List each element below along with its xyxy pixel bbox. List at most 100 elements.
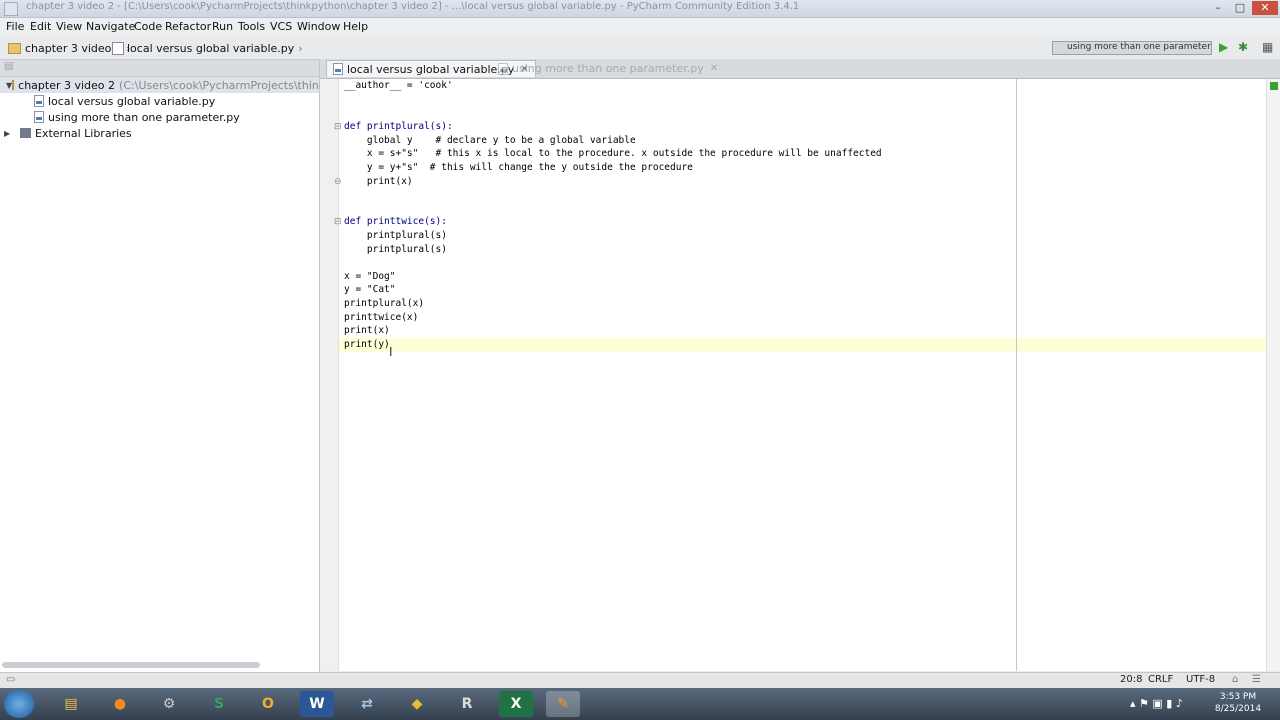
project-panel: ▤ ▼ chapter 3 video 2 (C:\Users\cook\Pyc… <box>0 60 373 672</box>
breadcrumb-project-label: chapter 3 video 2 <box>25 41 122 55</box>
fold-icon[interactable]: ⊟ <box>334 122 342 132</box>
tree-libraries-label: External Libraries <box>35 126 132 140</box>
code-line: x = "Dog" <box>344 271 396 282</box>
menu-code[interactable]: Code <box>134 20 162 33</box>
system-clock[interactable]: 3:53 PM 8/25/2014 <box>1208 691 1268 715</box>
clock-time: 3:53 PM <box>1219 692 1257 702</box>
fold-icon[interactable]: ⊟ <box>334 217 342 227</box>
code-line: printplural(s) <box>344 230 447 241</box>
menu-window[interactable]: Window <box>297 20 340 33</box>
code-line: printplural(s) <box>344 244 447 255</box>
python-file-icon <box>112 41 124 55</box>
expand-icon[interactable]: ▶ <box>4 129 14 138</box>
code-editor[interactable]: ⊟ ⊖ ⊟ __author__ = 'cook' def printplura… <box>320 79 1266 671</box>
text-cursor-icon: I <box>389 345 393 359</box>
inspection-ok-icon[interactable] <box>1270 82 1278 90</box>
line-separator[interactable]: CRLF <box>1148 674 1173 685</box>
lock-icon[interactable]: ⌂ <box>1232 674 1238 685</box>
status-bar: ▭ 20:8 CRLF UTF-8 ⌂ ☰ <box>0 672 1280 689</box>
tab-label: local versus global variable.py <box>347 62 515 76</box>
debug-icon[interactable]: ✱ <box>1238 40 1248 54</box>
python-file-icon <box>333 63 343 75</box>
app-icon <box>4 2 18 16</box>
caret-position[interactable]: 20:8 <box>1120 674 1142 685</box>
excel-icon[interactable]: X <box>499 691 533 717</box>
code-line: printplural(x) <box>344 298 425 309</box>
taskbar: ▤ ● ⚙ S O W ⇄ ◆ R X ✎ ▴ ⚑ ▣ ▮ ♪ 3:53 PM … <box>0 688 1280 720</box>
tree-file[interactable]: using more than one parameter.py <box>34 109 240 125</box>
tab-using-more-than-one-parameter[interactable]: using more than one parameter.py ✕ <box>492 60 724 77</box>
current-line-highlight <box>320 338 1266 352</box>
menu-file[interactable]: File <box>6 20 24 33</box>
close-tab-icon[interactable]: ✕ <box>710 63 718 74</box>
python-file-icon <box>34 111 44 123</box>
window-title: chapter 3 video 2 - [C:\Users\cook\Pycha… <box>26 1 800 12</box>
project-panel-title: ▤ <box>4 61 14 72</box>
python-file-icon <box>34 95 44 107</box>
code-line: x = s+"s" # this x is local to the proce… <box>344 148 882 159</box>
menu-bar: File Edit View Navigate Code Refactor Ru… <box>0 18 1280 36</box>
code-line: print(x) <box>344 176 413 187</box>
close-button[interactable]: ✕ <box>1252 1 1278 15</box>
menu-help[interactable]: Help <box>343 20 368 33</box>
code-line: print(y) <box>344 339 390 350</box>
title-bar: chapter 3 video 2 - [C:\Users\cook\Pycha… <box>0 0 1280 18</box>
code-line: def printplural(s): <box>344 121 453 132</box>
code-line: def printtwice(s): <box>344 216 447 227</box>
python-file-icon <box>498 62 508 75</box>
code-line: print(x) <box>344 325 390 336</box>
error-stripe[interactable] <box>1266 79 1280 671</box>
network-icon[interactable]: ⇄ <box>350 691 384 717</box>
menu-run[interactable]: Run <box>212 20 233 33</box>
code-line: global y # declare y to be a global vari… <box>344 135 636 146</box>
menu-vcs[interactable]: VCS <box>270 20 292 33</box>
right-margin-guide <box>1016 79 1017 671</box>
menu-edit[interactable]: Edit <box>30 20 51 33</box>
tab-label: using more than one parameter.py <box>512 62 704 75</box>
run-configuration-select[interactable]: using more than one parameter <box>1052 41 1212 55</box>
folder-icon <box>8 42 21 54</box>
menu-view[interactable]: View <box>56 20 82 33</box>
code-line: printtwice(x) <box>344 312 419 323</box>
python-icon[interactable]: ◆ <box>400 691 434 717</box>
menu-navigate[interactable]: Navigate <box>86 20 135 33</box>
fold-end-icon[interactable]: ⊖ <box>334 177 342 187</box>
tree-file-label: local versus global variable.py <box>48 94 216 108</box>
minimize-button[interactable]: – <box>1208 1 1228 15</box>
editor-tabs: local versus global variable.py ✕ using … <box>320 59 1280 79</box>
breadcrumb-file[interactable]: local versus global variable.py › <box>112 40 303 56</box>
horizontal-scrollbar[interactable] <box>2 662 260 668</box>
tool-window-icon[interactable]: ▭ <box>6 674 15 685</box>
tree-file[interactable]: local versus global variable.py <box>34 93 215 109</box>
run-icon[interactable]: ▶ <box>1219 40 1228 54</box>
start-button[interactable] <box>4 690 34 718</box>
tree-root-label: chapter 3 video 2 <box>18 78 116 92</box>
tree-project-root[interactable]: ▼ chapter 3 video 2 (C:\Users\cook\Pycha… <box>0 77 373 93</box>
firefox-icon[interactable]: ● <box>103 691 137 717</box>
word-icon[interactable]: W <box>300 691 334 717</box>
file-encoding[interactable]: UTF-8 <box>1186 674 1215 685</box>
code-line: y = y+"s" # this will change the y outsi… <box>344 162 693 173</box>
menu-tools[interactable]: Tools <box>238 20 265 33</box>
utility-icon[interactable]: ⚙ <box>152 691 186 717</box>
editor-gutter[interactable]: ⊟ ⊖ ⊟ <box>320 79 342 671</box>
tree-external-libraries[interactable]: ▶ External Libraries <box>0 125 132 141</box>
breadcrumb-file-label: local versus global variable.py <box>127 41 295 55</box>
clock-date: 8/25/2014 <box>1214 704 1262 714</box>
maximize-button[interactable]: □ <box>1230 1 1250 15</box>
explorer-icon[interactable]: ▤ <box>54 691 88 717</box>
tray-icons[interactable]: ▴ ⚑ ▣ ▮ ♪ <box>1130 697 1183 710</box>
menu-refactor[interactable]: Refactor <box>165 20 211 33</box>
s-app-icon[interactable]: S <box>202 691 236 717</box>
project-panel-header: ▤ <box>0 60 319 77</box>
code-line: y = "Cat" <box>344 284 396 295</box>
outlook-icon[interactable]: O <box>251 691 285 717</box>
event-log-icon[interactable]: ☰ <box>1252 674 1261 685</box>
r-app-icon[interactable]: R <box>450 691 484 717</box>
tree-file-label: using more than one parameter.py <box>48 110 240 124</box>
pycharm-icon[interactable]: ✎ <box>546 691 580 717</box>
library-icon <box>20 128 31 138</box>
code-line: __author__ = 'cook' <box>344 80 453 91</box>
settings-icon[interactable]: ▦ <box>1262 40 1273 54</box>
folder-icon <box>12 80 15 90</box>
